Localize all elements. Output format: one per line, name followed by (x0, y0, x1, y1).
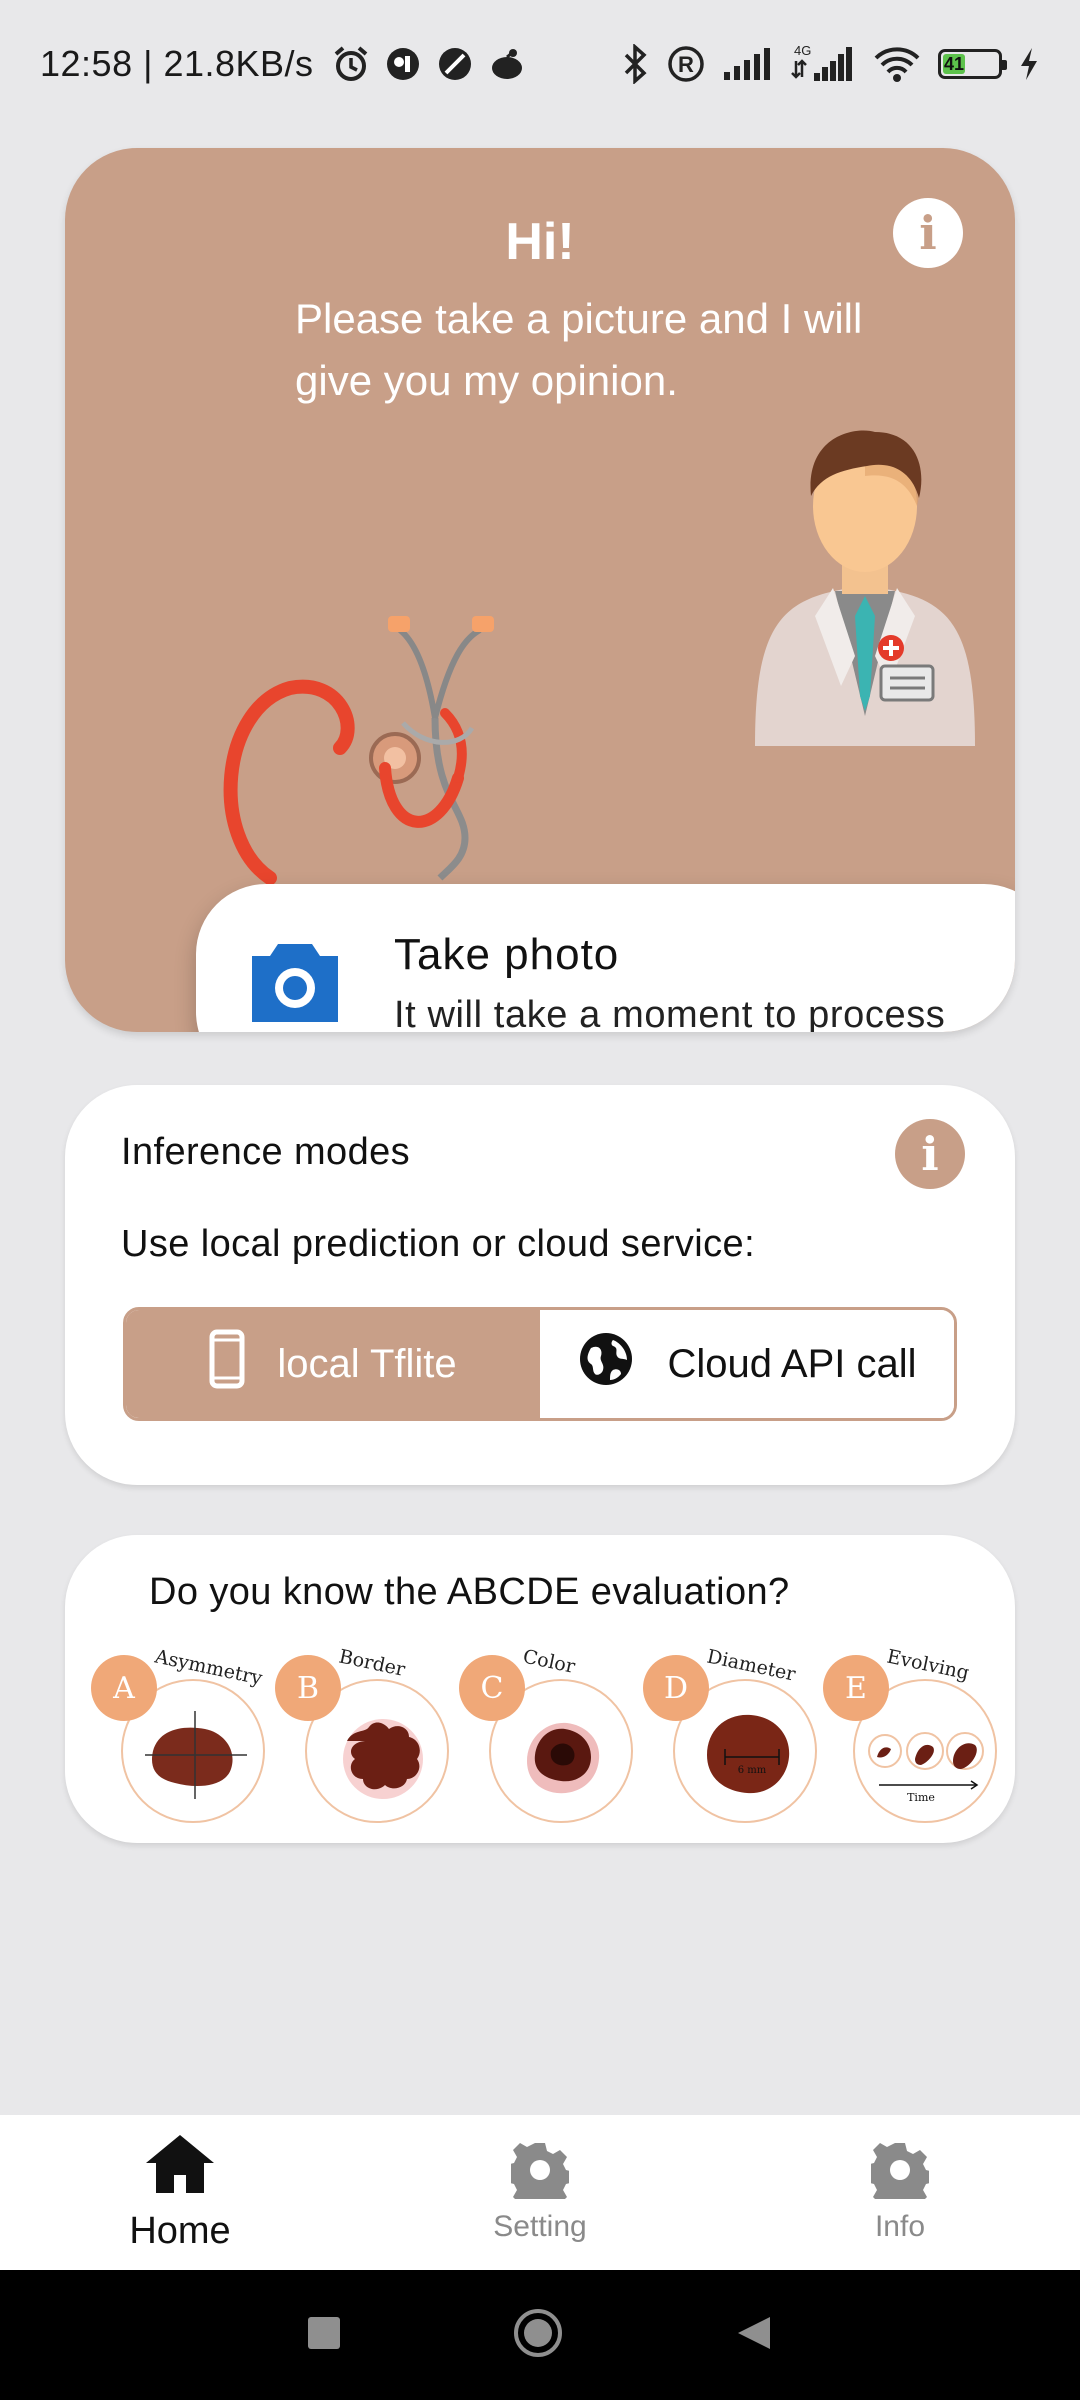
abcde-badge-b: B (275, 1655, 341, 1721)
bottom-navigation: Home Setting Info (0, 2115, 1080, 2270)
abcde-word-border: Border (337, 1645, 408, 1681)
battery-icon: 41 (938, 49, 1007, 79)
gear-icon (866, 2141, 934, 2211)
app-icon-2 (436, 45, 474, 83)
battery-text: 41 (944, 53, 965, 74)
abcde-item-diameter: 6 mm D Diameter (643, 1645, 823, 1825)
recents-icon[interactable] (306, 2315, 342, 2356)
alarm-icon (332, 45, 370, 83)
nav-setting[interactable]: Setting (360, 2115, 720, 2270)
battery-level: 41 (943, 53, 966, 74)
abcde-item-border: B Border (275, 1645, 455, 1825)
evolving-time-label: Time (907, 1791, 935, 1804)
hero-subtitle: Please take a picture and I will give yo… (295, 295, 863, 404)
inference-title: Inference modes (121, 1131, 411, 1173)
abcde-badge-d: D (643, 1655, 709, 1721)
abcde-item-asymmetry: A Asymmetry (91, 1645, 271, 1825)
hero-title: Hi! (505, 213, 575, 271)
take-photo-description: It will take a moment to process (394, 993, 946, 1033)
signal-icon (722, 46, 774, 82)
take-photo-texts: Take photo It will take a moment to proc… (394, 930, 945, 1033)
signal-4g-icon: 4G (790, 43, 856, 85)
stethoscope-illustration (223, 616, 494, 885)
inference-mode-toggle: local Tflite Cloud API call (123, 1307, 957, 1421)
abcde-badge-c: C (459, 1655, 525, 1721)
abcde-badge-e: E (823, 1655, 889, 1721)
inference-description: Use local prediction or cloud service: (121, 1223, 756, 1265)
svg-text:R: R (678, 52, 694, 77)
take-photo-button[interactable]: Take photo It will take a moment to proc… (196, 884, 1015, 1032)
status-bar: 12:58 | 21.8KB/s R 4G 41 (0, 0, 1080, 128)
phone-icon (209, 1329, 245, 1399)
system-navigation-bar (0, 2270, 1080, 2400)
registered-icon: R (666, 44, 706, 84)
nav-setting-label: Setting (493, 2210, 587, 2243)
nav-info-label: Info (874, 2210, 926, 2243)
cloud-api-label: Cloud API call (667, 1341, 917, 1386)
inference-card: Inference modes i Use local prediction o… (65, 1085, 1015, 1485)
take-photo-title: Take photo (394, 929, 620, 979)
home-icon (144, 2133, 216, 2200)
status-time-speed: 12:58 | 21.8KB/s (40, 43, 314, 84)
status-right: R 4G 41 (622, 43, 1040, 85)
doctor-illustration (755, 430, 975, 746)
home-circle-icon[interactable] (513, 2308, 563, 2363)
abcde-word-color: Color (521, 1645, 578, 1678)
charging-icon (1018, 46, 1040, 82)
info-icon[interactable]: i (893, 198, 963, 268)
abcde-item-evolving: Time E Evolving (823, 1645, 1003, 1825)
nav-home-label: Home (129, 2209, 231, 2252)
abcde-badge-a: A (91, 1655, 157, 1721)
local-tflite-label: local Tflite (277, 1341, 457, 1386)
abcde-illustrations[interactable]: A Asymmetry B Border C Color 6 mm D Diam… (91, 1645, 997, 1825)
info-icon[interactable]: i (895, 1119, 965, 1189)
network-label: 4G (794, 43, 811, 58)
status-notification-icons (332, 45, 526, 83)
nav-info[interactable]: Info (720, 2115, 1080, 2270)
app-icon-3 (488, 45, 526, 83)
gear-icon (506, 2141, 574, 2211)
abcde-item-color: C Color (459, 1645, 639, 1825)
abcde-title: Do you know the ABCDE evaluation? (149, 1571, 790, 1613)
abcde-card: Do you know the ABCDE evaluation? A Asym… (65, 1535, 1015, 1843)
cloud-api-option[interactable]: Cloud API call (540, 1310, 954, 1418)
diameter-label: 6 mm (738, 1765, 767, 1776)
globe-icon (577, 1330, 635, 1398)
bluetooth-icon (622, 44, 650, 84)
wifi-icon (872, 44, 922, 84)
app-icon-1 (384, 45, 422, 83)
status-left: 12:58 | 21.8KB/s (40, 43, 526, 85)
back-icon[interactable] (734, 2313, 774, 2358)
camera-icon (248, 940, 342, 1026)
nav-home[interactable]: Home (0, 2115, 360, 2270)
hero-card: Hi! Please take a picture and I will giv… (65, 148, 1015, 1032)
local-tflite-option[interactable]: local Tflite (126, 1310, 540, 1418)
